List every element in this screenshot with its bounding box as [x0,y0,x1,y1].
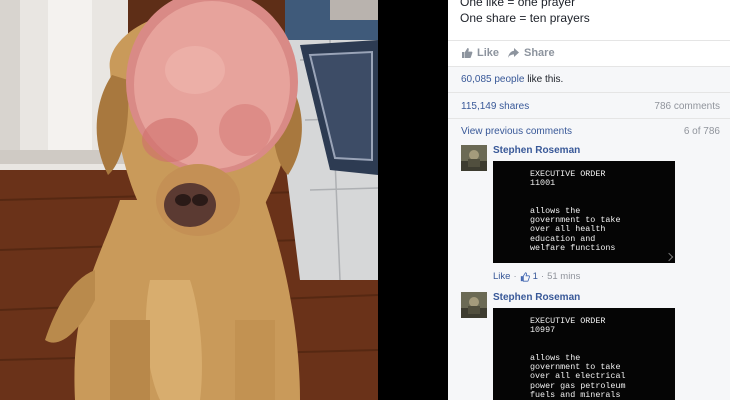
comment-author[interactable]: Stephen Roseman [493,292,580,303]
meta-separator: · [513,271,517,282]
like-button-label: Like [477,47,500,59]
thumbs-up-icon [462,48,473,58]
post-side-panel: One like = one prayer One share = ten pr… [448,0,730,400]
comment-timestamp[interactable]: 51 mins [547,271,580,282]
post-actions-bar: Like Share [448,40,730,66]
comment-image[interactable]: EXECUTIVE ORDER 11001 allows the governm… [493,161,675,263]
comment-author[interactable]: Stephen Roseman [493,145,580,156]
avatar[interactable] [461,145,487,171]
likes-count[interactable]: 60,085 [461,74,492,85]
shares-count-link[interactable]: 115,149 shares [461,101,529,112]
caption-line-2: One share = ten prayers [460,11,590,25]
post-photo[interactable] [0,0,378,400]
comment-like-link[interactable]: Like [493,271,510,282]
shares-comments-row: 115,149 shares 786 comments [448,92,730,118]
expand-icon [664,252,674,262]
meta-separator: · [540,271,545,282]
likes-summary-row: 60,085 people like this. [448,66,730,92]
comment-image-title: EXECUTIVE ORDER 10997 [530,316,606,336]
comment-image[interactable]: EXECUTIVE ORDER 10997 allows the governm… [493,308,675,400]
photo-viewer-gap [378,0,448,400]
comments-pagination: 6 of 786 [683,126,720,137]
view-previous-row: View previous comments 6 of 786 [448,118,730,142]
comments-count: 786 comments [654,101,720,112]
comment-image-body: allows the government to take over all h… [530,206,621,253]
comment-like-count[interactable]: 1 [533,271,538,282]
likes-people-link[interactable]: people [494,74,524,85]
share-button-label: Share [524,47,555,59]
view-previous-comments-link[interactable]: View previous comments [461,126,572,137]
dog-with-ham-photo [0,0,378,400]
like-reaction-icon [520,271,530,282]
likes-suffix: like this. [527,74,564,85]
comment-image-body: allows the government to take over all e… [530,353,626,400]
post-caption: One like = one prayer One share = ten pr… [460,0,590,26]
profile-picture-icon [461,292,487,318]
share-button[interactable]: Share [507,47,555,59]
like-button[interactable]: Like [461,47,499,59]
comment-image-title: EXECUTIVE ORDER 11001 [530,169,606,189]
likes-summary[interactable]: 60,085 people like this. [461,74,563,85]
profile-picture-icon [461,145,487,171]
caption-line-1: One like = one prayer [460,0,576,9]
comment-meta: Like · 1 · 51 mins [493,271,580,282]
share-arrow-icon [508,48,519,58]
avatar[interactable] [461,292,487,318]
